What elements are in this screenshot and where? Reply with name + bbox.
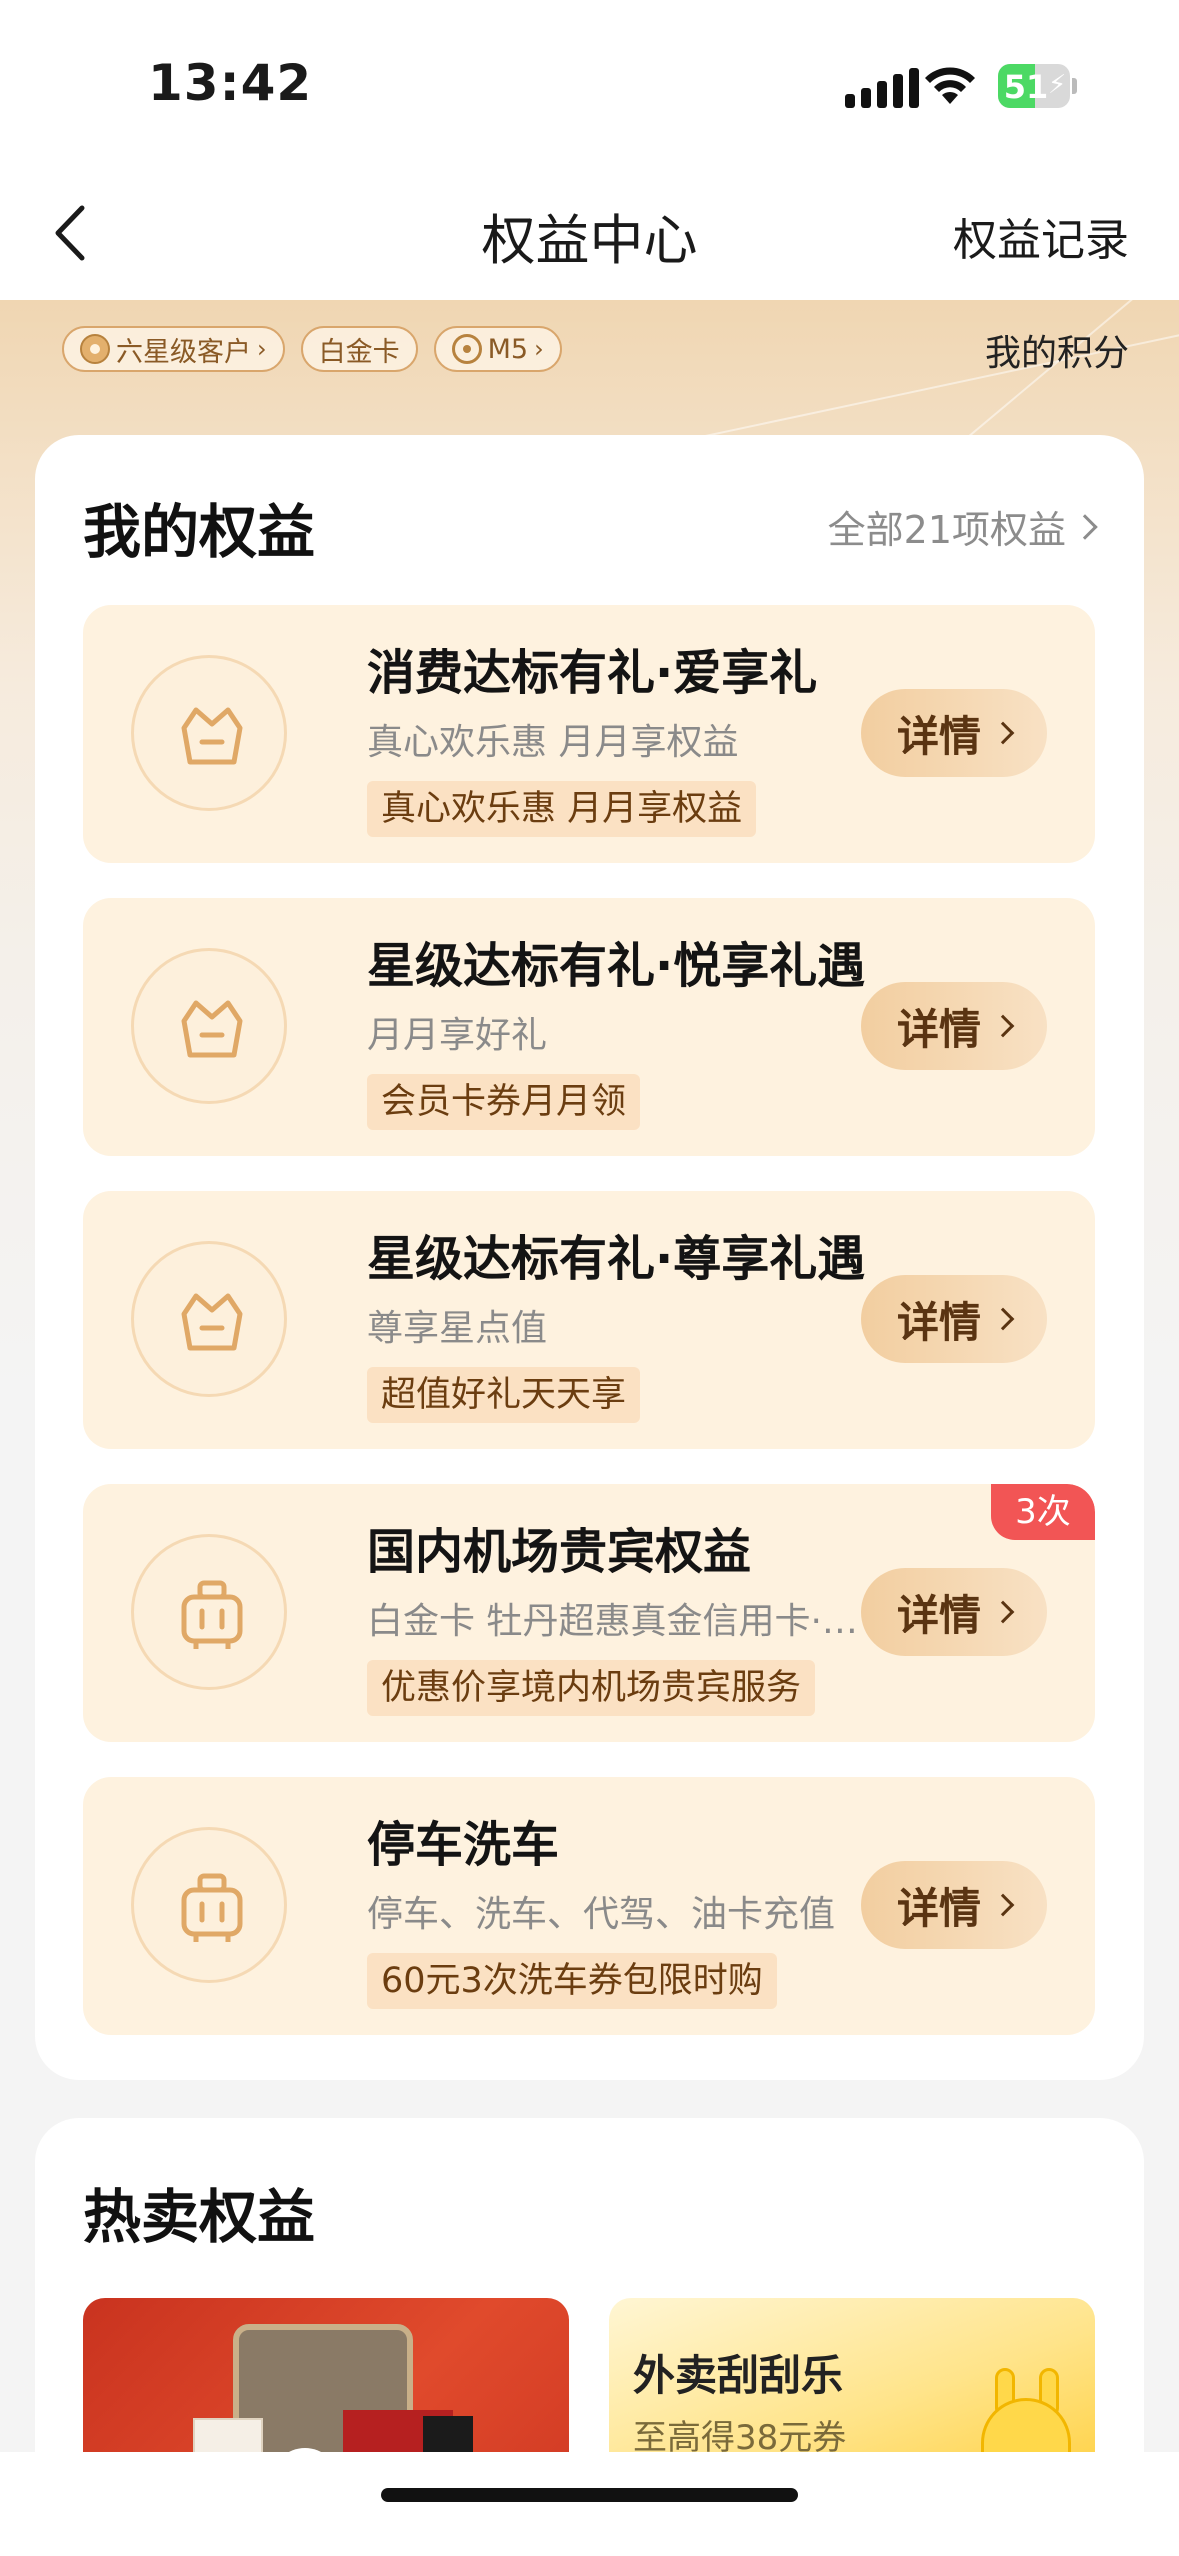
usage-count-badge: 3次 [991,1484,1095,1540]
benefit-subtitle: 月月享好礼 [367,1015,548,1056]
detail-button[interactable]: 详情 [861,982,1047,1070]
chevron-right-icon [1072,513,1098,540]
detail-button-label: 详情 [896,711,981,761]
benefit-tag: 60元3次洗车券包限时购 [367,1953,777,2009]
card-level-chip[interactable]: 白金卡 [300,326,418,372]
home-indicator-area [0,2452,1179,2556]
promo-scratch-title: 外卖刮刮乐 [633,2351,844,2400]
wheel-icon [451,334,482,364]
nav-bar: 权益中心 权益记录 [0,170,1179,300]
detail-button-label: 详情 [896,1297,981,1347]
cellular-signal-icon [845,68,919,108]
benefit-icon-circle [131,1827,287,1983]
benefit-item[interactable]: 停车洗车停车、洗车、代驾、油卡充值 60元3次洗车券包限时购 详情 [83,1777,1095,2035]
benefit-subtitle: 停车、洗车、代驾、油卡充值 [367,1894,836,1935]
m-level-chip[interactable]: M5 › [433,326,562,372]
benefit-item[interactable]: 消费达标有礼·爱享礼 真心欢乐惠 月月享权益 真心欢乐惠 月月享权益 详情 [83,605,1095,863]
benefit-tag: 真心欢乐惠 月月享权益 [367,781,757,837]
benefit-tag: 优惠价享境内机场贵宾服务 [367,1660,816,1716]
basket-icon [181,707,243,765]
detail-button[interactable]: 详情 [861,1861,1047,1949]
chevron-right-icon [991,1893,1015,1917]
benefit-subtitle: 尊享星点值 [367,1308,548,1349]
my-rights-title: 我的权益 [83,498,316,566]
benefit-icon-circle [131,655,287,811]
benefit-title: 消费达标有礼·爱享礼 [367,645,818,701]
benefit-tag: 会员卡券月月领 [367,1074,641,1130]
status-time: 13:42 [148,54,313,112]
my-rights-card: 我的权益 全部21项权益 消费达标有礼·爱享礼 真心欢乐惠 月月享权益 真心欢乐惠 … [35,435,1144,2080]
benefit-item[interactable]: 国内机场贵宾权益白金卡 牡丹超惠真金信用卡·… 优惠价享境内机场贵宾服务 详情 3次 [83,1484,1095,1742]
benefit-subtitle: 真心欢乐惠 月月享权益 [367,722,739,763]
benefit-item[interactable]: 星级达标有礼·悦享礼遇月月享好礼会员卡券月月领 详情 [83,898,1095,1156]
luggage-icon [181,1873,243,1942]
battery-icon: 51 ⚡ [998,64,1078,108]
chevron-right-icon [991,721,1015,745]
benefit-title: 星级达标有礼·悦享礼遇 [367,938,866,994]
benefit-item[interactable]: 星级达标有礼·尊享礼遇尊享星点值超值好礼天天享 详情 [83,1191,1095,1449]
benefit-icon-circle [131,1534,287,1690]
detail-button[interactable]: 详情 [861,689,1047,777]
star-medal-icon [80,334,110,364]
benefit-title: 星级达标有礼·尊享礼遇 [367,1231,866,1287]
benefit-icon-circle [131,948,287,1104]
chevron-right-icon: › [534,335,544,363]
chevron-right-icon: › [257,335,267,363]
basket-icon [181,1293,243,1351]
member-chips: 六星级客户 › 白金卡 M5 › [62,326,562,372]
star-level-label: 六星级客户 [116,336,251,368]
detail-button-label: 详情 [896,1004,981,1054]
chevron-right-icon [991,1014,1015,1038]
benefit-icon-circle [131,1241,287,1397]
basket-icon [181,1000,243,1058]
home-indicator[interactable] [381,2488,798,2502]
charging-bolt-icon: ⚡ [1048,70,1067,100]
my-points-link[interactable]: 我的积分 [985,324,1129,376]
wifi-icon [925,67,975,104]
all-rights-label: 全部21项权益 [827,508,1066,552]
detail-button[interactable]: 详情 [861,1568,1047,1656]
battery-level: 51 [1003,68,1049,106]
hot-rights-title: 热卖权益 [83,2183,316,2251]
m-level-label: M5 [487,333,529,365]
detail-button-label: 详情 [896,1590,981,1640]
chevron-right-icon [991,1600,1015,1624]
all-rights-link[interactable]: 全部21项权益 [827,499,1098,554]
detail-button-label: 详情 [896,1883,981,1933]
status-bar: 13:42 51 ⚡ [0,0,1179,170]
card-level-label: 白金卡 [318,336,400,368]
luggage-icon [181,1580,243,1649]
benefit-title: 停车洗车 [367,1817,560,1873]
benefit-subtitle: 白金卡 牡丹超惠真金信用卡·… [367,1601,858,1642]
rights-record-link[interactable]: 权益记录 [953,204,1129,268]
star-level-chip[interactable]: 六星级客户 › [62,326,285,372]
detail-button[interactable]: 详情 [861,1275,1047,1363]
chevron-right-icon [991,1307,1015,1331]
benefit-title: 国内机场贵宾权益 [367,1524,752,1580]
benefit-tag: 超值好礼天天享 [367,1367,641,1423]
